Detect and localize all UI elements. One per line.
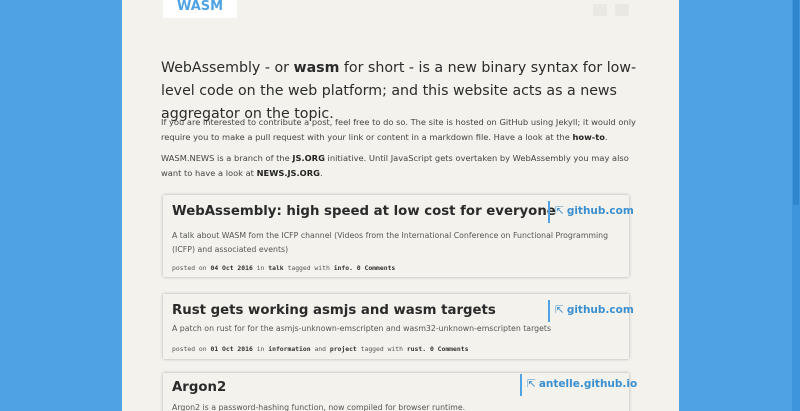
post-meta: posted on 04 Oct 2016 in talk tagged wit… <box>172 264 396 272</box>
github-icon[interactable] <box>615 4 629 16</box>
site-logo[interactable]: WASM <box>163 0 237 18</box>
branch-paragraph: WASM.NEWS is a branch of the JS.ORG init… <box>161 153 629 178</box>
news-js-org-link[interactable]: NEWS.JS.ORG <box>257 168 320 178</box>
tag-link[interactable]: info. <box>334 264 353 272</box>
scrollbar-thumb[interactable] <box>793 0 799 205</box>
comments-link[interactable]: 0 Comments <box>357 264 395 272</box>
twitter-icon[interactable] <box>593 4 607 16</box>
content-column: WASM WebAssembly - or wasm for short - i… <box>122 0 679 411</box>
post-description: Argon2 is a password-hashing function, n… <box>172 403 466 411</box>
post-card: WebAssembly: high speed at low cost for … <box>163 195 634 277</box>
post-card: Rust gets working asmjs and wasm targets… <box>163 294 634 359</box>
category-link[interactable]: talk <box>268 264 283 272</box>
post-meta: posted on 01 Oct 2016 in information and… <box>172 345 469 353</box>
post-description: A patch on rust for for the asmjs-unknow… <box>172 324 552 333</box>
post-source-link[interactable]: ⇱ github.com <box>548 300 634 322</box>
post-title[interactable]: WebAssembly: high speed at low cost for … <box>172 204 556 219</box>
external-link-icon: ⇱ <box>555 304 564 316</box>
comments-link[interactable]: 0 Comments <box>430 345 468 353</box>
post-source-link[interactable]: ⇱ github.com <box>548 201 634 223</box>
post-description: A talk about WASM fom the ICFP channel (… <box>172 231 609 254</box>
wasm-term: wasm <box>293 60 340 76</box>
post-card: Argon2 ⇱ antelle.github.io Argon2 is a pa… <box>163 373 637 411</box>
external-link-icon: ⇱ <box>527 378 536 390</box>
category-link[interactable]: information <box>268 345 310 353</box>
post-title[interactable]: Rust gets working asmjs and wasm targets <box>172 303 496 318</box>
contribute-paragraph: If you are interested to contribute a po… <box>161 117 636 142</box>
js-org-link[interactable]: JS.ORG <box>292 153 324 163</box>
tag-link[interactable]: rust. <box>407 345 426 353</box>
site-header: WASM <box>122 0 679 18</box>
how-to-link[interactable]: how-to <box>573 132 605 142</box>
window-scrollbar[interactable] <box>792 0 800 411</box>
external-link-icon: ⇱ <box>555 205 564 217</box>
post-source-link[interactable]: ⇱ antelle.github.io <box>520 374 637 396</box>
post-title[interactable]: Argon2 <box>172 380 226 395</box>
category-link[interactable]: project <box>330 345 357 353</box>
